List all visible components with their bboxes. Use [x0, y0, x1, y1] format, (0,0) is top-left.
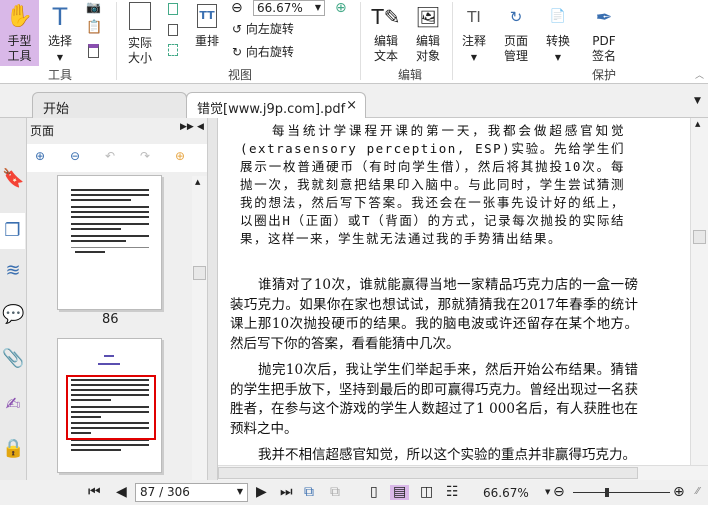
next-page-icon[interactable]: ▶ — [256, 485, 267, 500]
first-page-icon[interactable]: ⏮ — [88, 485, 101, 500]
reflow-icon: TT — [197, 4, 217, 28]
group-label-view: 视图 — [227, 68, 252, 82]
snapshot-icon[interactable]: 📷 — [86, 0, 101, 14]
rotate-right-icon: ↻ — [232, 45, 243, 59]
reflow-button[interactable]: TT 重排 — [190, 4, 224, 49]
pdf-sign-button[interactable]: ✒ PDF 签名 — [584, 2, 624, 64]
expand-panel-icon[interactable]: ▶▶ — [180, 122, 194, 132]
attachment-icon[interactable]: 📎 — [2, 348, 24, 370]
document-view: 每当统计学课程开课的第一天，我都会做超感官知觉(extrasensory per… — [218, 118, 690, 465]
side-rail: 🔖 ❐ ≋ 💬 📎 ✍ 🔒 — [0, 118, 27, 480]
fit-visible-icon[interactable] — [168, 44, 178, 56]
panel-title: 页面 — [30, 124, 55, 138]
zoom-out-status-icon[interactable]: ⊖ — [553, 485, 565, 500]
collapse-ribbon-icon[interactable]: ︿ — [695, 68, 704, 81]
hand-tool-button[interactable]: ✋ 手型 工具 — [0, 0, 39, 66]
page-icon — [129, 2, 151, 30]
edit-object-button[interactable]: 🖼 编辑 对象 — [408, 2, 448, 64]
pages-panel: 页面 ▶▶ ◀ ⊕ ⊖ ↶ ↷ ⊕ 86 ▲ — [27, 118, 207, 480]
vertical-scrollbar[interactable]: ▲ — [690, 118, 708, 465]
convert-button[interactable]: 📄 转换 ▼ — [540, 2, 576, 65]
rotate-left-button[interactable]: ↺ 向左旋转 — [232, 20, 294, 37]
pen-icon: ✒ — [595, 5, 613, 29]
bookmark-icon[interactable]: 🔖 — [2, 168, 24, 190]
continuous-facing-icon[interactable]: ☷ — [446, 485, 459, 500]
continuous-page-icon[interactable]: ▤ — [390, 485, 410, 500]
ribbon-toolbar: ✋ 手型 工具 T 选择 ▼ 📷 📋 实际 大小 TT 重排 ⊖ 66.67% ▼ … — [0, 0, 708, 84]
lock-icon[interactable]: 🔒 — [2, 438, 24, 460]
panel-scrollbar[interactable]: ▲ — [192, 176, 207, 480]
actual-size-button[interactable]: 实际 大小 — [122, 2, 158, 66]
select-button[interactable]: T 选择 ▼ — [43, 2, 77, 65]
annotate-icon: TI — [467, 8, 481, 26]
next-view-icon[interactable]: ⧉ — [330, 485, 340, 500]
horizontal-scrollbar[interactable] — [218, 465, 708, 480]
group-label-protect: 保护 — [591, 68, 616, 82]
collapse-panel-icon[interactable]: ◀ — [197, 122, 204, 132]
zoom-slider[interactable] — [573, 488, 670, 497]
last-page-icon[interactable]: ⏭ — [280, 485, 293, 500]
zoom-in-status-icon[interactable]: ⊕ — [673, 485, 685, 500]
previous-page-icon[interactable]: ◀ — [116, 485, 127, 500]
close-tab-icon[interactable]: × — [346, 98, 357, 113]
edit-object-icon: 🖼 — [415, 5, 441, 29]
zoom-in-thumb-icon[interactable]: ⊕ — [35, 149, 45, 163]
page-thumbnail-86[interactable] — [57, 175, 162, 310]
hand-icon: ✋ — [5, 4, 34, 29]
zoom-out-icon[interactable]: ⊖ — [231, 0, 243, 16]
zoom-dropdown-icon[interactable]: ▼ — [545, 488, 550, 496]
paragraph-4: 我并不相信超感官知觉，所以这个实验的重点并非赢得巧克力。 — [258, 447, 636, 463]
annotate-button[interactable]: TI 注释 ▼ — [456, 2, 492, 65]
horizontal-scroll-thumb[interactable] — [218, 467, 638, 479]
layers-icon[interactable]: ≋ — [2, 260, 24, 282]
zoom-level[interactable]: 66.67% — [483, 486, 529, 500]
rotate-left-thumb-icon[interactable]: ↶ — [105, 149, 115, 163]
single-page-icon[interactable]: ▯ — [370, 485, 378, 500]
tab-bar: 开始 错觉[www.j9p.com].pdf × ▼ — [0, 84, 708, 119]
fit-width-icon[interactable] — [168, 24, 178, 36]
edit-text-icon: T✎ — [371, 5, 401, 29]
panel-scroll-thumb[interactable] — [193, 266, 206, 280]
vertical-scroll-thumb[interactable] — [693, 230, 706, 244]
rotate-left-icon: ↺ — [232, 22, 243, 36]
fit-page-icon[interactable] — [168, 3, 178, 15]
page-number-input[interactable]: 87 / 306 ▼ — [135, 483, 248, 502]
insert-page-icon[interactable]: ⊕ — [175, 149, 185, 163]
rotate-right-button[interactable]: ↻ 向右旋转 — [232, 43, 294, 60]
zoom-slider-handle[interactable] — [605, 488, 609, 497]
group-label-tools: 工具 — [47, 68, 72, 82]
paragraph-2: 谁猜对了10次，谁就能赢得当地一家精品巧克力店的一盒一磅装巧克力。如果你在家也想… — [230, 277, 638, 352]
clipboard-icon[interactable]: 📋 — [86, 20, 102, 35]
status-bar: ⏮ ◀ 87 / 306 ▼ ▶ ⏭ ⧉ ⧉ ▯ ▤ ◫ ☷ 66.67% ▼ ⊖… — [0, 480, 708, 505]
paragraph-1: 每当统计学课程开课的第一天，我都会做超感官知觉(extrasensory per… — [240, 123, 625, 246]
pages-icon[interactable]: ❐ — [0, 213, 25, 249]
text-select-icon: T — [52, 3, 68, 31]
panel-toolbar: ⊕ ⊖ ↶ ↷ ⊕ — [27, 144, 207, 172]
page-manage-button[interactable]: ↻ 页面 管理 — [496, 2, 536, 64]
facing-page-icon[interactable]: ◫ — [420, 485, 433, 500]
previous-view-icon[interactable]: ⧉ — [304, 485, 314, 500]
visible-area-indicator[interactable] — [66, 375, 156, 440]
paragraph-3: 抛完10次后，我让学生们举起手来，然后开始公布结果。猜错的学生把手放下，坚持到最… — [230, 362, 638, 437]
edit-text-button[interactable]: T✎ 编辑 文本 — [368, 2, 404, 64]
thumbnail-label-86: 86 — [102, 312, 119, 327]
zoom-out-thumb-icon[interactable]: ⊖ — [70, 149, 80, 163]
resize-grip-icon[interactable]: ⁄⁄ — [696, 486, 699, 497]
tab-start[interactable]: 开始 — [32, 92, 187, 118]
zoom-select[interactable]: 66.67% ▼ — [253, 0, 325, 16]
zoom-in-icon[interactable]: ⊕ — [335, 0, 347, 16]
comments-icon[interactable]: 💬 — [2, 304, 24, 326]
panel-splitter[interactable] — [207, 118, 218, 480]
group-label-edit: 编辑 — [397, 68, 422, 82]
signature-icon[interactable]: ✍ — [2, 394, 24, 416]
tab-list-dropdown-icon[interactable]: ▼ — [694, 96, 701, 106]
bookmark-page-icon[interactable] — [88, 44, 99, 58]
page-thumbnail-87[interactable] — [57, 338, 162, 473]
page-rotate-icon: ↻ — [509, 8, 523, 26]
convert-icon: 📄 — [549, 9, 567, 24]
tab-document[interactable]: 错觉[www.j9p.com].pdf × — [186, 92, 366, 119]
rotate-right-thumb-icon[interactable]: ↷ — [140, 149, 150, 163]
